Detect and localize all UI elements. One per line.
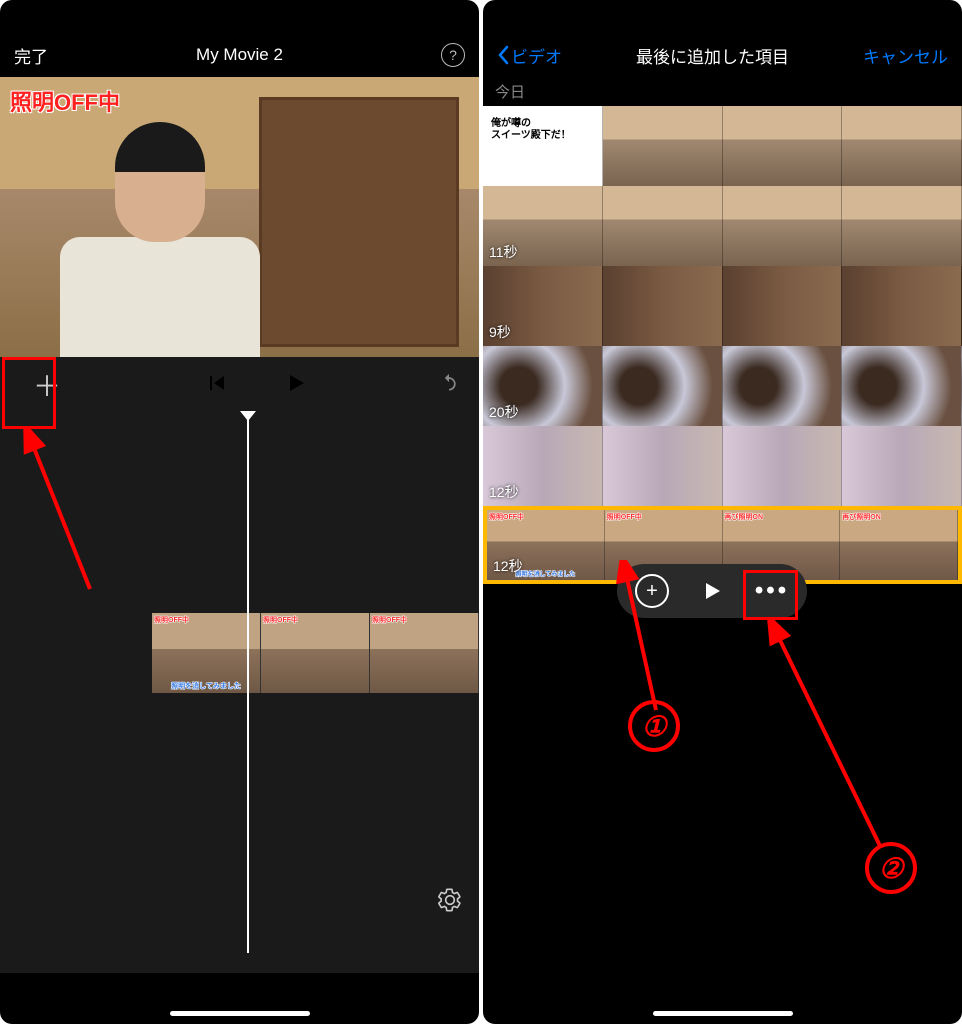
imovie-editor-screen: 完了 My Movie 2 ? 照明OFF中 ＋ 照明OFF中照明を消してみまし…: [0, 0, 479, 1024]
playback-controls: ＋: [0, 357, 479, 413]
skip-start-button[interactable]: [208, 374, 226, 397]
home-indicator[interactable]: [170, 1011, 310, 1016]
duration-label: 9秒: [489, 322, 511, 342]
media-row[interactable]: 11秒: [483, 186, 962, 266]
media-row[interactable]: 20秒: [483, 346, 962, 426]
duration-label: 20秒: [489, 402, 519, 422]
preview-overlay-text: 照明OFF中: [10, 85, 120, 117]
clip-track[interactable]: 照明OFF中照明を消してみました 照明OFF中 照明OFF中: [152, 613, 479, 693]
home-indicator[interactable]: [653, 1011, 793, 1016]
media-list[interactable]: 俺が噂の スイーツ殿下だ！ 11秒 9秒 20秒 12秒 12秒 照明OFF中照…: [483, 106, 962, 584]
annotation-arrow-2: [763, 620, 893, 860]
clip-frame[interactable]: 照明OFF中: [261, 613, 370, 693]
settings-button[interactable]: [437, 887, 463, 918]
chevron-left-icon: [497, 45, 509, 65]
duration-label: 12秒: [489, 482, 519, 502]
media-row[interactable]: 12秒: [483, 426, 962, 506]
editor-nav-bar: 完了 My Movie 2 ?: [0, 33, 479, 77]
playhead-line[interactable]: [247, 413, 249, 953]
clip-frame[interactable]: 照明OFF中: [370, 613, 479, 693]
clip-frame[interactable]: 照明OFF中照明を消してみました: [152, 613, 261, 693]
media-row[interactable]: 俺が噂の スイーツ殿下だ！: [483, 106, 962, 186]
undo-button[interactable]: [439, 373, 459, 398]
annotation-arrow-1: [608, 560, 688, 720]
media-picker-screen: ビデオ 最後に追加した項目 キャンセル 今日 俺が噂の スイーツ殿下だ！ 11秒…: [483, 0, 962, 1024]
duration-label: 12秒: [493, 556, 523, 576]
picker-title: 最後に追加した項目: [636, 43, 789, 68]
play-icon: [702, 581, 722, 601]
annotation-box-more: [743, 570, 798, 620]
play-button[interactable]: [286, 373, 306, 398]
help-icon: ?: [441, 43, 465, 67]
cancel-button[interactable]: キャンセル: [863, 43, 948, 68]
duration-label: 11秒: [489, 242, 518, 262]
annotation-box-plus: [2, 357, 56, 429]
picker-nav-bar: ビデオ 最後に追加した項目 キャンセル: [483, 33, 962, 77]
section-header: 今日: [483, 77, 962, 106]
help-button[interactable]: ?: [405, 43, 465, 67]
project-title: My Movie 2: [196, 45, 283, 65]
annotation-arrow-plus: [18, 429, 118, 599]
status-bar: [0, 0, 479, 33]
playhead-marker-icon: [240, 411, 256, 421]
done-button[interactable]: 完了: [14, 43, 74, 68]
annotation-number-1: ①: [628, 700, 680, 752]
gear-icon: [437, 887, 463, 913]
annotation-number-2: ②: [865, 842, 917, 894]
status-bar: [483, 0, 962, 33]
back-button[interactable]: ビデオ: [497, 43, 562, 68]
media-row[interactable]: 9秒: [483, 266, 962, 346]
video-preview[interactable]: 照明OFF中: [0, 77, 479, 357]
preview-clip-button[interactable]: [695, 574, 729, 608]
